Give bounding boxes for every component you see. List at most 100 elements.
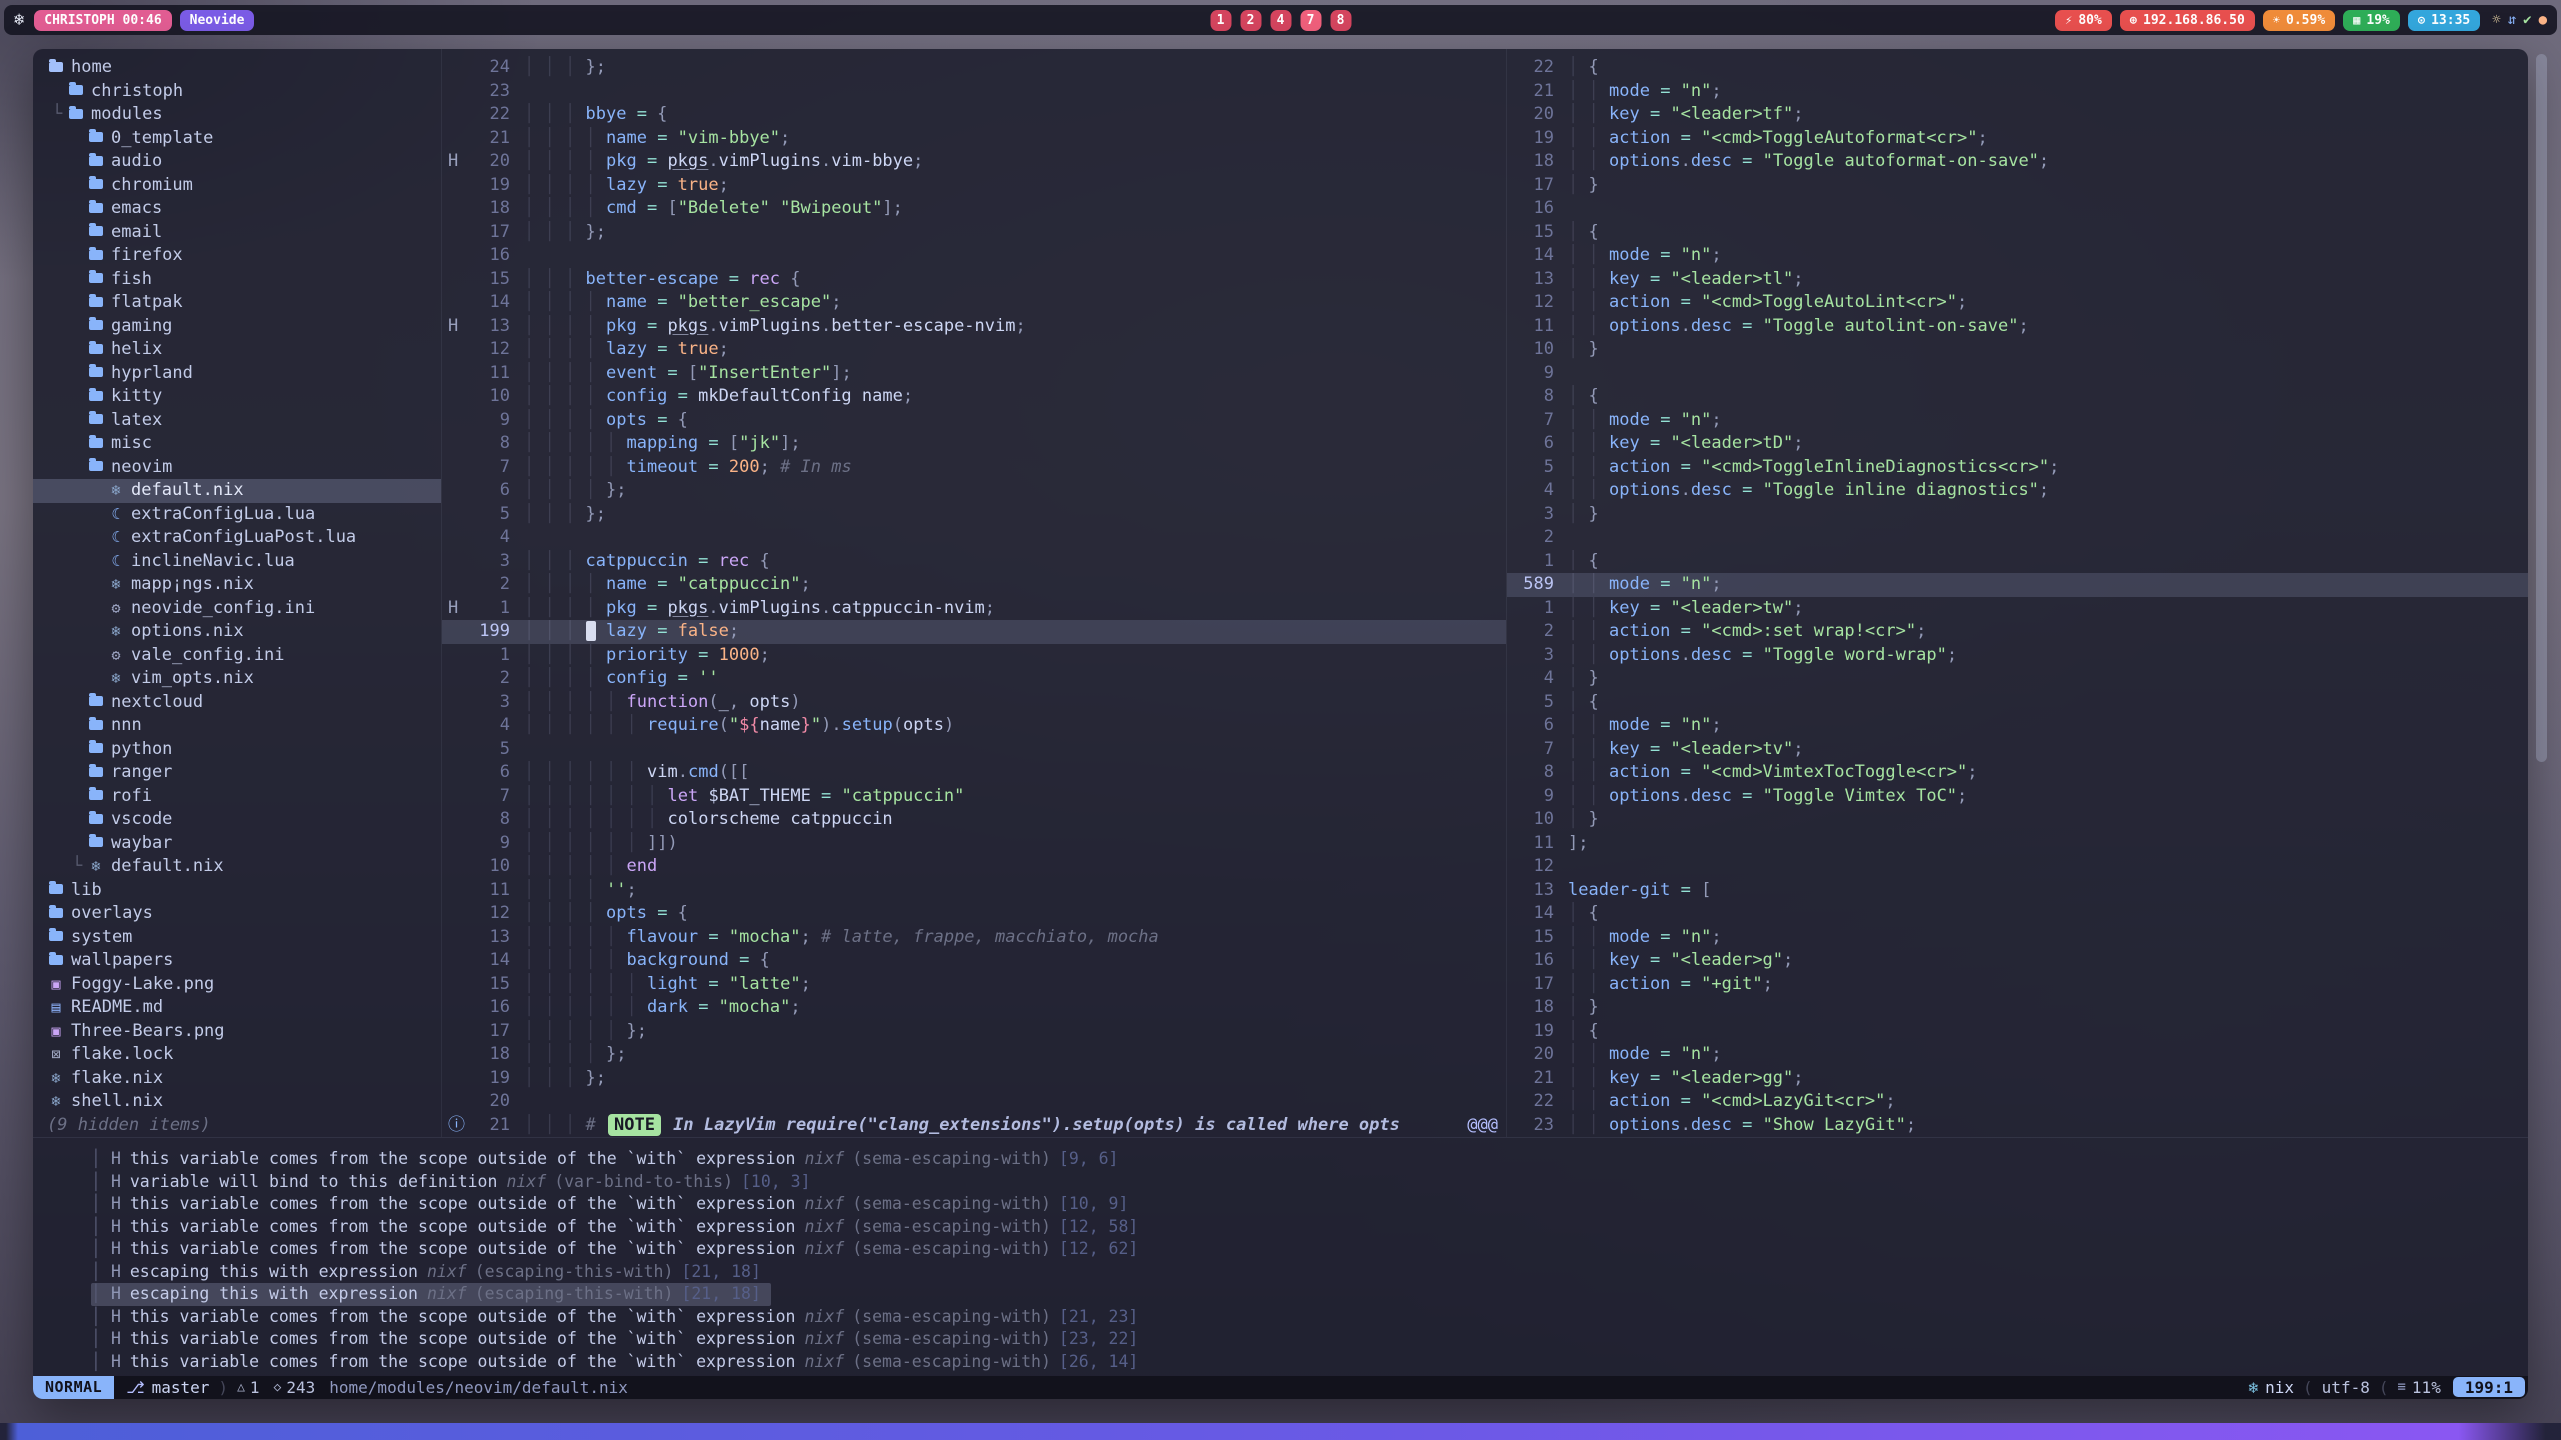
tree-item-ranger[interactable]: ranger xyxy=(33,761,441,785)
tree-item-default-nix[interactable]: ❄default.nix xyxy=(33,479,441,503)
code-line[interactable]: 2 xyxy=(1507,526,2528,550)
tree-item-flake-nix[interactable]: ❄flake.nix xyxy=(33,1067,441,1091)
code-line[interactable]: 7│ │ mode = "n"; xyxy=(1507,409,2528,433)
os-logo-icon[interactable]: ❄ xyxy=(14,10,24,30)
code-line[interactable]: 4 xyxy=(442,526,1506,550)
tree-item-fish[interactable]: fish xyxy=(33,268,441,292)
tree-item-nextcloud[interactable]: nextcloud xyxy=(33,691,441,715)
tree-item-readme-md[interactable]: ▤README.md xyxy=(33,996,441,1020)
tree-item-modules[interactable]: └modules xyxy=(33,103,441,127)
code-line[interactable]: 21│ │ │ │ name = "vim-bbye"; xyxy=(442,127,1506,151)
tree-item-three-bears-png[interactable]: ▣Three-Bears.png xyxy=(33,1020,441,1044)
code-line[interactable]: 10│ } xyxy=(1507,338,2528,362)
tree-item-default-nix[interactable]: └❄default.nix xyxy=(33,855,441,879)
code-line[interactable]: 22│ │ │ bbye = { xyxy=(442,103,1506,127)
code-line[interactable]: 24│ │ │ }; xyxy=(442,56,1506,80)
code-pane-right[interactable]: 22│ {21│ │ mode = "n";20│ │ key = "<lead… xyxy=(1507,49,2528,1137)
memory-badge[interactable]: ▦ 19% xyxy=(2343,10,2400,31)
code-line[interactable]: 9│ │ options.desc = "Toggle Vimtex ToC"; xyxy=(1507,785,2528,809)
code-line[interactable]: 9│ │ │ │ │ │ ]]) xyxy=(442,832,1506,856)
tree-item-audio[interactable]: audio xyxy=(33,150,441,174)
code-line[interactable]: 14│ │ │ │ name = "better_escape"; xyxy=(442,291,1506,315)
code-line[interactable]: 23│ │ options.desc = "Show LazyGit"; xyxy=(1507,1114,2528,1138)
tree-item-hyprland[interactable]: hyprland xyxy=(33,362,441,386)
tree-item-neovide-config-ini[interactable]: ⚙neovide_config.ini xyxy=(33,597,441,621)
network-badge[interactable]: ⊕ 192.168.86.50 xyxy=(2120,10,2255,31)
diagnostic-row[interactable]: │Hthis variable comes from the scope out… xyxy=(33,1351,2528,1374)
code-line[interactable]: 18│ │ │ │ }; xyxy=(442,1043,1506,1067)
code-line[interactable]: 10│ │ │ │ config = mkDefaultConfig name; xyxy=(442,385,1506,409)
code-line[interactable]: 2│ │ │ │ name = "catppuccin"; xyxy=(442,573,1506,597)
code-line[interactable]: H20│ │ │ │ pkg = pkgs.vimPlugins.vim-bby… xyxy=(442,150,1506,174)
code-line[interactable]: 7│ │ │ │ │ │ │ let $BAT_THEME = "catppuc… xyxy=(442,785,1506,809)
tree-item-emacs[interactable]: emacs xyxy=(33,197,441,221)
code-line[interactable]: 18│ │ │ │ cmd = ["Bdelete" "Bwipeout"]; xyxy=(442,197,1506,221)
tree-item-waybar[interactable]: waybar xyxy=(33,832,441,856)
tree-item-extraconfigluapost-lua[interactable]: ☾extraConfigLuaPost.lua xyxy=(33,526,441,550)
code-line[interactable]: 1│ │ │ │ priority = 1000; xyxy=(442,644,1506,668)
code-line[interactable]: 9 xyxy=(1507,362,2528,386)
tree-item-shell-nix[interactable]: ❄shell.nix xyxy=(33,1090,441,1114)
tree-item-christoph[interactable]: christoph xyxy=(33,80,441,104)
code-line[interactable]: 11│ │ │ │ event = ["InsertEnter"]; xyxy=(442,362,1506,386)
diagnostic-row[interactable]: │Hthis variable comes from the scope out… xyxy=(33,1148,2528,1171)
code-line[interactable]: 19│ │ │ │ lazy = true; xyxy=(442,174,1506,198)
session-badge[interactable]: CHRISTOPH 00:46 xyxy=(34,10,171,31)
tree-item-lib[interactable]: lib xyxy=(33,879,441,903)
tree-item-home[interactable]: home xyxy=(33,56,441,80)
tree-item-python[interactable]: python xyxy=(33,738,441,762)
code-line[interactable]: 8│ { xyxy=(1507,385,2528,409)
tree-item-mapp-ngs-nix[interactable]: ❄mapp¡ngs.nix xyxy=(33,573,441,597)
tree-item-misc[interactable]: misc xyxy=(33,432,441,456)
code-line[interactable]: 8│ │ action = "<cmd>VimtexTocToggle<cr>"… xyxy=(1507,761,2528,785)
code-line[interactable]: 7│ │ │ │ │ timeout = 200; # In ms xyxy=(442,456,1506,480)
tree-item-wallpapers[interactable]: wallpapers xyxy=(33,949,441,973)
check-icon[interactable]: ✔ xyxy=(2523,12,2531,28)
code-line[interactable]: 6│ │ │ │ }; xyxy=(442,479,1506,503)
code-line[interactable]: 6│ │ mode = "n"; xyxy=(1507,714,2528,738)
code-line[interactable]: 14│ │ │ │ │ background = { xyxy=(442,949,1506,973)
code-line[interactable]: 22│ { xyxy=(1507,56,2528,80)
code-line[interactable]: 16 xyxy=(1507,197,2528,221)
workspace-4[interactable]: 4 xyxy=(1270,10,1291,31)
code-line[interactable]: 18│ │ options.desc = "Toggle autoformat-… xyxy=(1507,150,2528,174)
diagnostic-row[interactable]: │Hescaping this with expressionnixf(esca… xyxy=(33,1283,2528,1306)
code-line[interactable]: 10│ } xyxy=(1507,808,2528,832)
diagnostic-hints[interactable]: ◇ 243 xyxy=(274,1378,316,1397)
diagnostics-panel[interactable]: │Hthis variable comes from the scope out… xyxy=(33,1137,2528,1376)
tree-item-inclinenavic-lua[interactable]: ☾inclineNavic.lua xyxy=(33,550,441,574)
idea-icon[interactable]: ☼ xyxy=(2492,12,2500,28)
tree-item-foggy-lake-png[interactable]: ▣Foggy-Lake.png xyxy=(33,973,441,997)
battery-badge[interactable]: ⚡ 80% xyxy=(2055,10,2112,31)
load-badge[interactable]: ☀ 0.59% xyxy=(2263,10,2335,31)
diagnostic-row[interactable]: │Hthis variable comes from the scope out… xyxy=(33,1306,2528,1329)
code-line[interactable]: 14│ { xyxy=(1507,902,2528,926)
code-line[interactable]: 13│ │ key = "<leader>tl"; xyxy=(1507,268,2528,292)
code-line[interactable]: 20│ │ key = "<leader>tf"; xyxy=(1507,103,2528,127)
code-line[interactable]: 18│ } xyxy=(1507,996,2528,1020)
clock-badge[interactable]: ⊙ 13:35 xyxy=(2408,10,2480,31)
code-line[interactable]: 11]; xyxy=(1507,832,2528,856)
code-line[interactable]: 3│ │ │ catppuccin = rec { xyxy=(442,550,1506,574)
scrollbar[interactable] xyxy=(2536,54,2547,762)
code-line[interactable]: 15│ { xyxy=(1507,221,2528,245)
code-line[interactable]: 15│ │ │ │ │ │ light = "latte"; xyxy=(442,973,1506,997)
code-line[interactable]: 3│ } xyxy=(1507,503,2528,527)
tree-item-flake-lock[interactable]: ⊠flake.lock xyxy=(33,1043,441,1067)
tree-item-rofi[interactable]: rofi xyxy=(33,785,441,809)
code-line[interactable]: 12│ │ action = "<cmd>ToggleAutoLint<cr>"… xyxy=(1507,291,2528,315)
diagnostic-row[interactable]: │Hthis variable comes from the scope out… xyxy=(33,1328,2528,1351)
tree-item-0-template[interactable]: 0_template xyxy=(33,127,441,151)
code-line[interactable]: 3│ │ options.desc = "Toggle word-wrap"; xyxy=(1507,644,2528,668)
code-line[interactable]: ⓘ21│ │ │ # NOTE In LazyVim require("clan… xyxy=(442,1114,1506,1138)
tree-item-vale-config-ini[interactable]: ⚙vale_config.ini xyxy=(33,644,441,668)
code-line[interactable]: 11│ │ options.desc = "Toggle autolint-on… xyxy=(1507,315,2528,339)
tree-item-helix[interactable]: helix xyxy=(33,338,441,362)
tree-item-gaming[interactable]: gaming xyxy=(33,315,441,339)
diagnostic-warnings[interactable]: △ 1 xyxy=(237,1378,259,1397)
code-line[interactable]: 1│ { xyxy=(1507,550,2528,574)
code-line[interactable]: 15│ │ mode = "n"; xyxy=(1507,926,2528,950)
code-line[interactable]: 21│ │ key = "<leader>gg"; xyxy=(1507,1067,2528,1091)
code-line[interactable]: 17│ } xyxy=(1507,174,2528,198)
tree-item-extraconfiglua-lua[interactable]: ☾extraConfigLua.lua xyxy=(33,503,441,527)
